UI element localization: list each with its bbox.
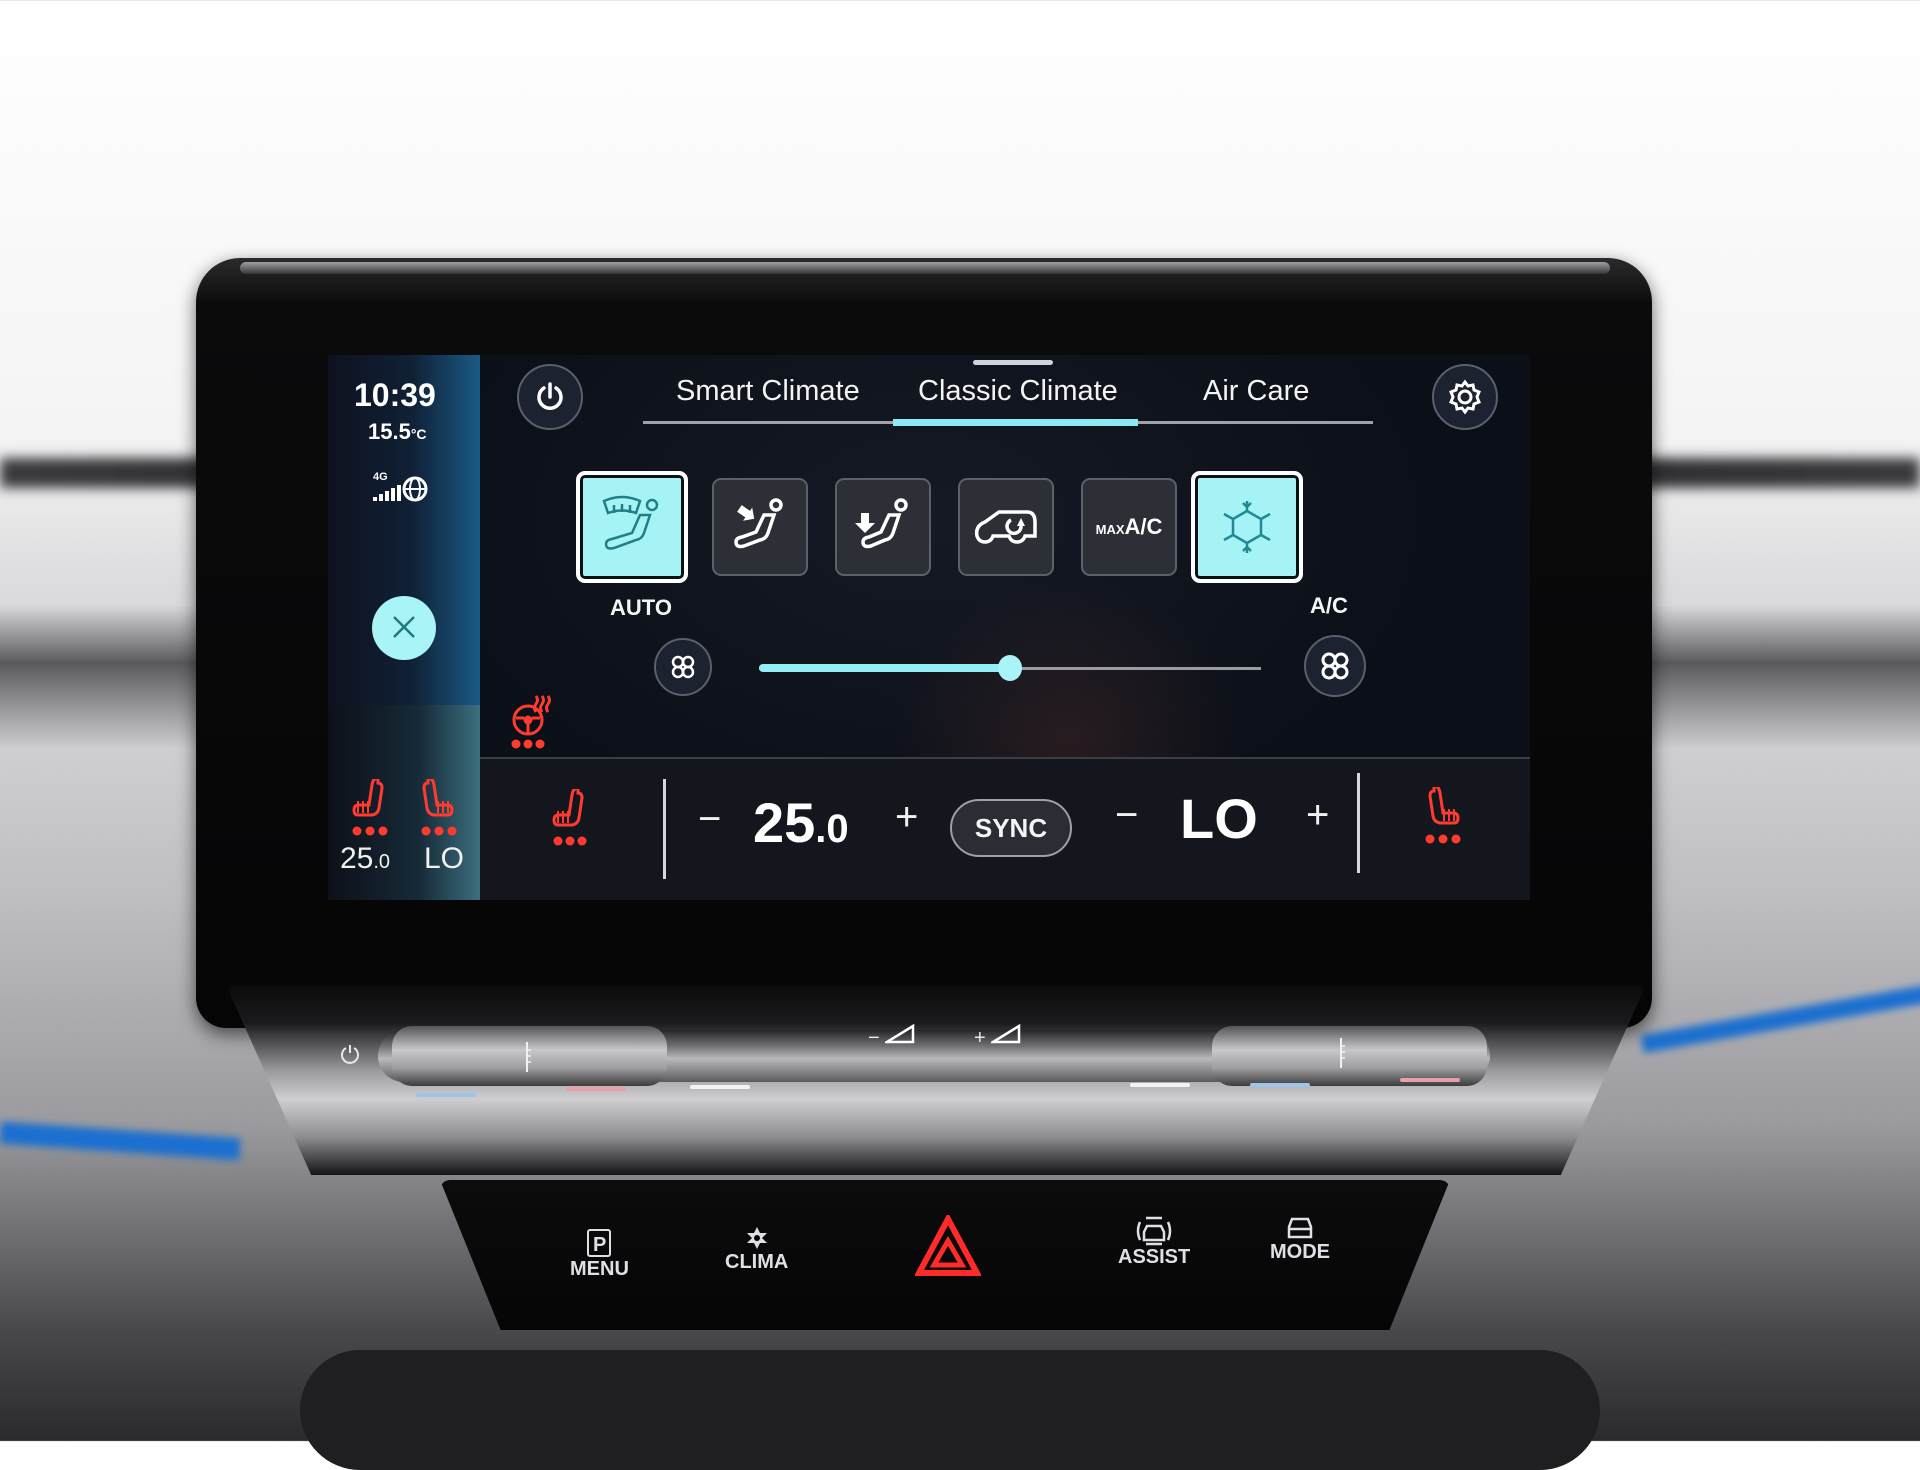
outside-temperature: 15.5°C bbox=[368, 419, 427, 445]
tab-active-indicator bbox=[893, 419, 1138, 426]
left-divider bbox=[663, 779, 666, 879]
driver-temp-dec: .0 bbox=[815, 807, 849, 851]
volume-plus-label: + bbox=[974, 1027, 986, 1049]
airflow-upper-body-icon bbox=[734, 498, 783, 549]
power-icon bbox=[537, 382, 563, 410]
close-button[interactable] bbox=[372, 596, 436, 660]
airflow-upper-button[interactable] bbox=[712, 478, 808, 576]
max-ac-big-text: A/C bbox=[1124, 514, 1163, 539]
airflow-footwell-icon bbox=[855, 498, 908, 549]
indicator-bar-white-right bbox=[1130, 1083, 1190, 1087]
passenger-temp-slider-physical[interactable] bbox=[1212, 1026, 1487, 1086]
driver-temp-mini-int: 25 bbox=[340, 842, 374, 875]
menu-button[interactable]: P MENU bbox=[570, 1228, 629, 1281]
physical-power-icon[interactable] bbox=[338, 1042, 362, 1066]
temperature-bar: − 25.0 + SYNC − LO + bbox=[480, 757, 1530, 900]
mode-button[interactable]: MODE bbox=[1270, 1215, 1330, 1264]
volume-up-icon bbox=[988, 1023, 1021, 1044]
volume-minus-label: − bbox=[868, 1027, 880, 1049]
driver-seat-heat-button[interactable] bbox=[548, 789, 598, 849]
pull-down-handle[interactable] bbox=[973, 360, 1053, 365]
mode-car-icon bbox=[1287, 1217, 1313, 1239]
settings-button[interactable] bbox=[1432, 364, 1498, 430]
driver-thermometer-icon bbox=[526, 1042, 531, 1072]
assist-label: ASSIST bbox=[1118, 1246, 1191, 1268]
gear-icon bbox=[1449, 379, 1481, 415]
assist-icon bbox=[1136, 1216, 1172, 1246]
passenger-temp-decrease[interactable]: − bbox=[1115, 793, 1138, 838]
passenger-temperature: LO bbox=[1180, 787, 1258, 850]
clima-button[interactable]: CLIMA bbox=[725, 1225, 788, 1274]
fan-speed-knob[interactable] bbox=[998, 655, 1022, 681]
network-signal-icon: 4G bbox=[373, 471, 428, 502]
sync-button[interactable]: SYNC bbox=[950, 799, 1072, 857]
fan-increase-button[interactable] bbox=[1304, 635, 1366, 697]
power-button[interactable] bbox=[517, 364, 583, 430]
windscreen-defrost-button[interactable] bbox=[576, 471, 688, 583]
indicator-bar-red-left bbox=[566, 1087, 626, 1091]
passenger-seat-heat-mini-icon[interactable] bbox=[412, 779, 462, 839]
driver-temp-mini-dec: .0 bbox=[373, 851, 391, 873]
network-type: 4G bbox=[373, 471, 388, 483]
ambient-light-left bbox=[0, 1121, 241, 1161]
mode-label: MODE bbox=[1270, 1241, 1330, 1263]
indicator-bar-white-left bbox=[690, 1085, 750, 1089]
driver-temp-increase[interactable]: + bbox=[895, 795, 918, 840]
driver-temperature: 25.0 bbox=[753, 790, 849, 855]
air-vent bbox=[300, 1350, 1600, 1470]
fan-speed-fill bbox=[759, 664, 1010, 672]
max-ac-label: MAXA/C bbox=[1096, 514, 1163, 540]
fan-high-icon bbox=[1321, 652, 1349, 680]
recirculation-car-icon bbox=[974, 510, 1037, 544]
fan-speed-slider[interactable] bbox=[759, 655, 1261, 681]
max-ac-button[interactable]: MAXA/C bbox=[1081, 478, 1177, 576]
tab-smart-climate[interactable]: Smart Climate bbox=[676, 375, 860, 408]
fan-low-icon bbox=[671, 655, 695, 679]
parking-p-icon: P bbox=[587, 1229, 612, 1257]
climate-screen: 10:39 15.5°C 4G 25.0 LO Smart Climate Cl… bbox=[328, 355, 1530, 900]
passenger-temp-increase[interactable]: + bbox=[1306, 793, 1329, 838]
clima-icon bbox=[746, 1227, 767, 1249]
passenger-seat-heat-button[interactable] bbox=[1418, 787, 1468, 847]
outside-temp-value: 15.5 bbox=[368, 419, 411, 444]
volume-down-icon bbox=[882, 1023, 915, 1044]
clima-label: CLIMA bbox=[725, 1251, 789, 1273]
status-column: 10:39 15.5°C 4G 25.0 LO bbox=[328, 355, 480, 900]
indicator-bar-red-right bbox=[1400, 1078, 1460, 1082]
auto-label: AUTO bbox=[610, 595, 672, 620]
assist-button[interactable]: ASSIST bbox=[1118, 1216, 1190, 1269]
snowflake-icon bbox=[1223, 501, 1271, 553]
max-ac-small-text: MAX bbox=[1095, 522, 1125, 537]
hazard-icon bbox=[915, 1215, 981, 1276]
fan-decrease-button[interactable] bbox=[654, 638, 712, 696]
hazard-button[interactable] bbox=[915, 1215, 981, 1277]
menu-label: MENU bbox=[570, 1258, 629, 1280]
windscreen-defrost-icon bbox=[602, 495, 659, 550]
volume-up-physical[interactable]: + bbox=[974, 1023, 1021, 1050]
clock: 10:39 bbox=[354, 377, 436, 413]
airflow-footwell-button[interactable] bbox=[835, 478, 931, 576]
svg-text:P: P bbox=[593, 1234, 606, 1256]
indicator-bar-blue-left bbox=[416, 1093, 476, 1097]
ac-button[interactable] bbox=[1191, 471, 1303, 583]
passenger-thermometer-icon bbox=[1340, 1038, 1345, 1068]
driver-seat-heat-mini-icon[interactable] bbox=[348, 779, 398, 839]
passenger-temp-mini: LO bbox=[424, 842, 465, 875]
recirculation-button[interactable] bbox=[958, 478, 1054, 576]
driver-temp-decrease[interactable]: − bbox=[698, 797, 721, 842]
close-icon bbox=[393, 615, 415, 638]
tab-air-care[interactable]: Air Care bbox=[1203, 375, 1309, 408]
housing-highlight bbox=[240, 262, 1610, 274]
volume-down-physical[interactable]: − bbox=[868, 1023, 915, 1050]
steering-wheel-heat-icon[interactable] bbox=[508, 692, 558, 752]
driver-temp-int: 25 bbox=[753, 791, 816, 854]
ac-label: A/C bbox=[1310, 593, 1348, 618]
tab-classic-climate[interactable]: Classic Climate bbox=[918, 375, 1118, 408]
outside-temp-unit: °C bbox=[410, 426, 427, 442]
ambient-light-right bbox=[1640, 984, 1920, 1054]
driver-temp-mini: 25.0 bbox=[340, 842, 390, 876]
right-divider bbox=[1357, 773, 1360, 873]
indicator-bar-blue-right bbox=[1250, 1083, 1310, 1087]
